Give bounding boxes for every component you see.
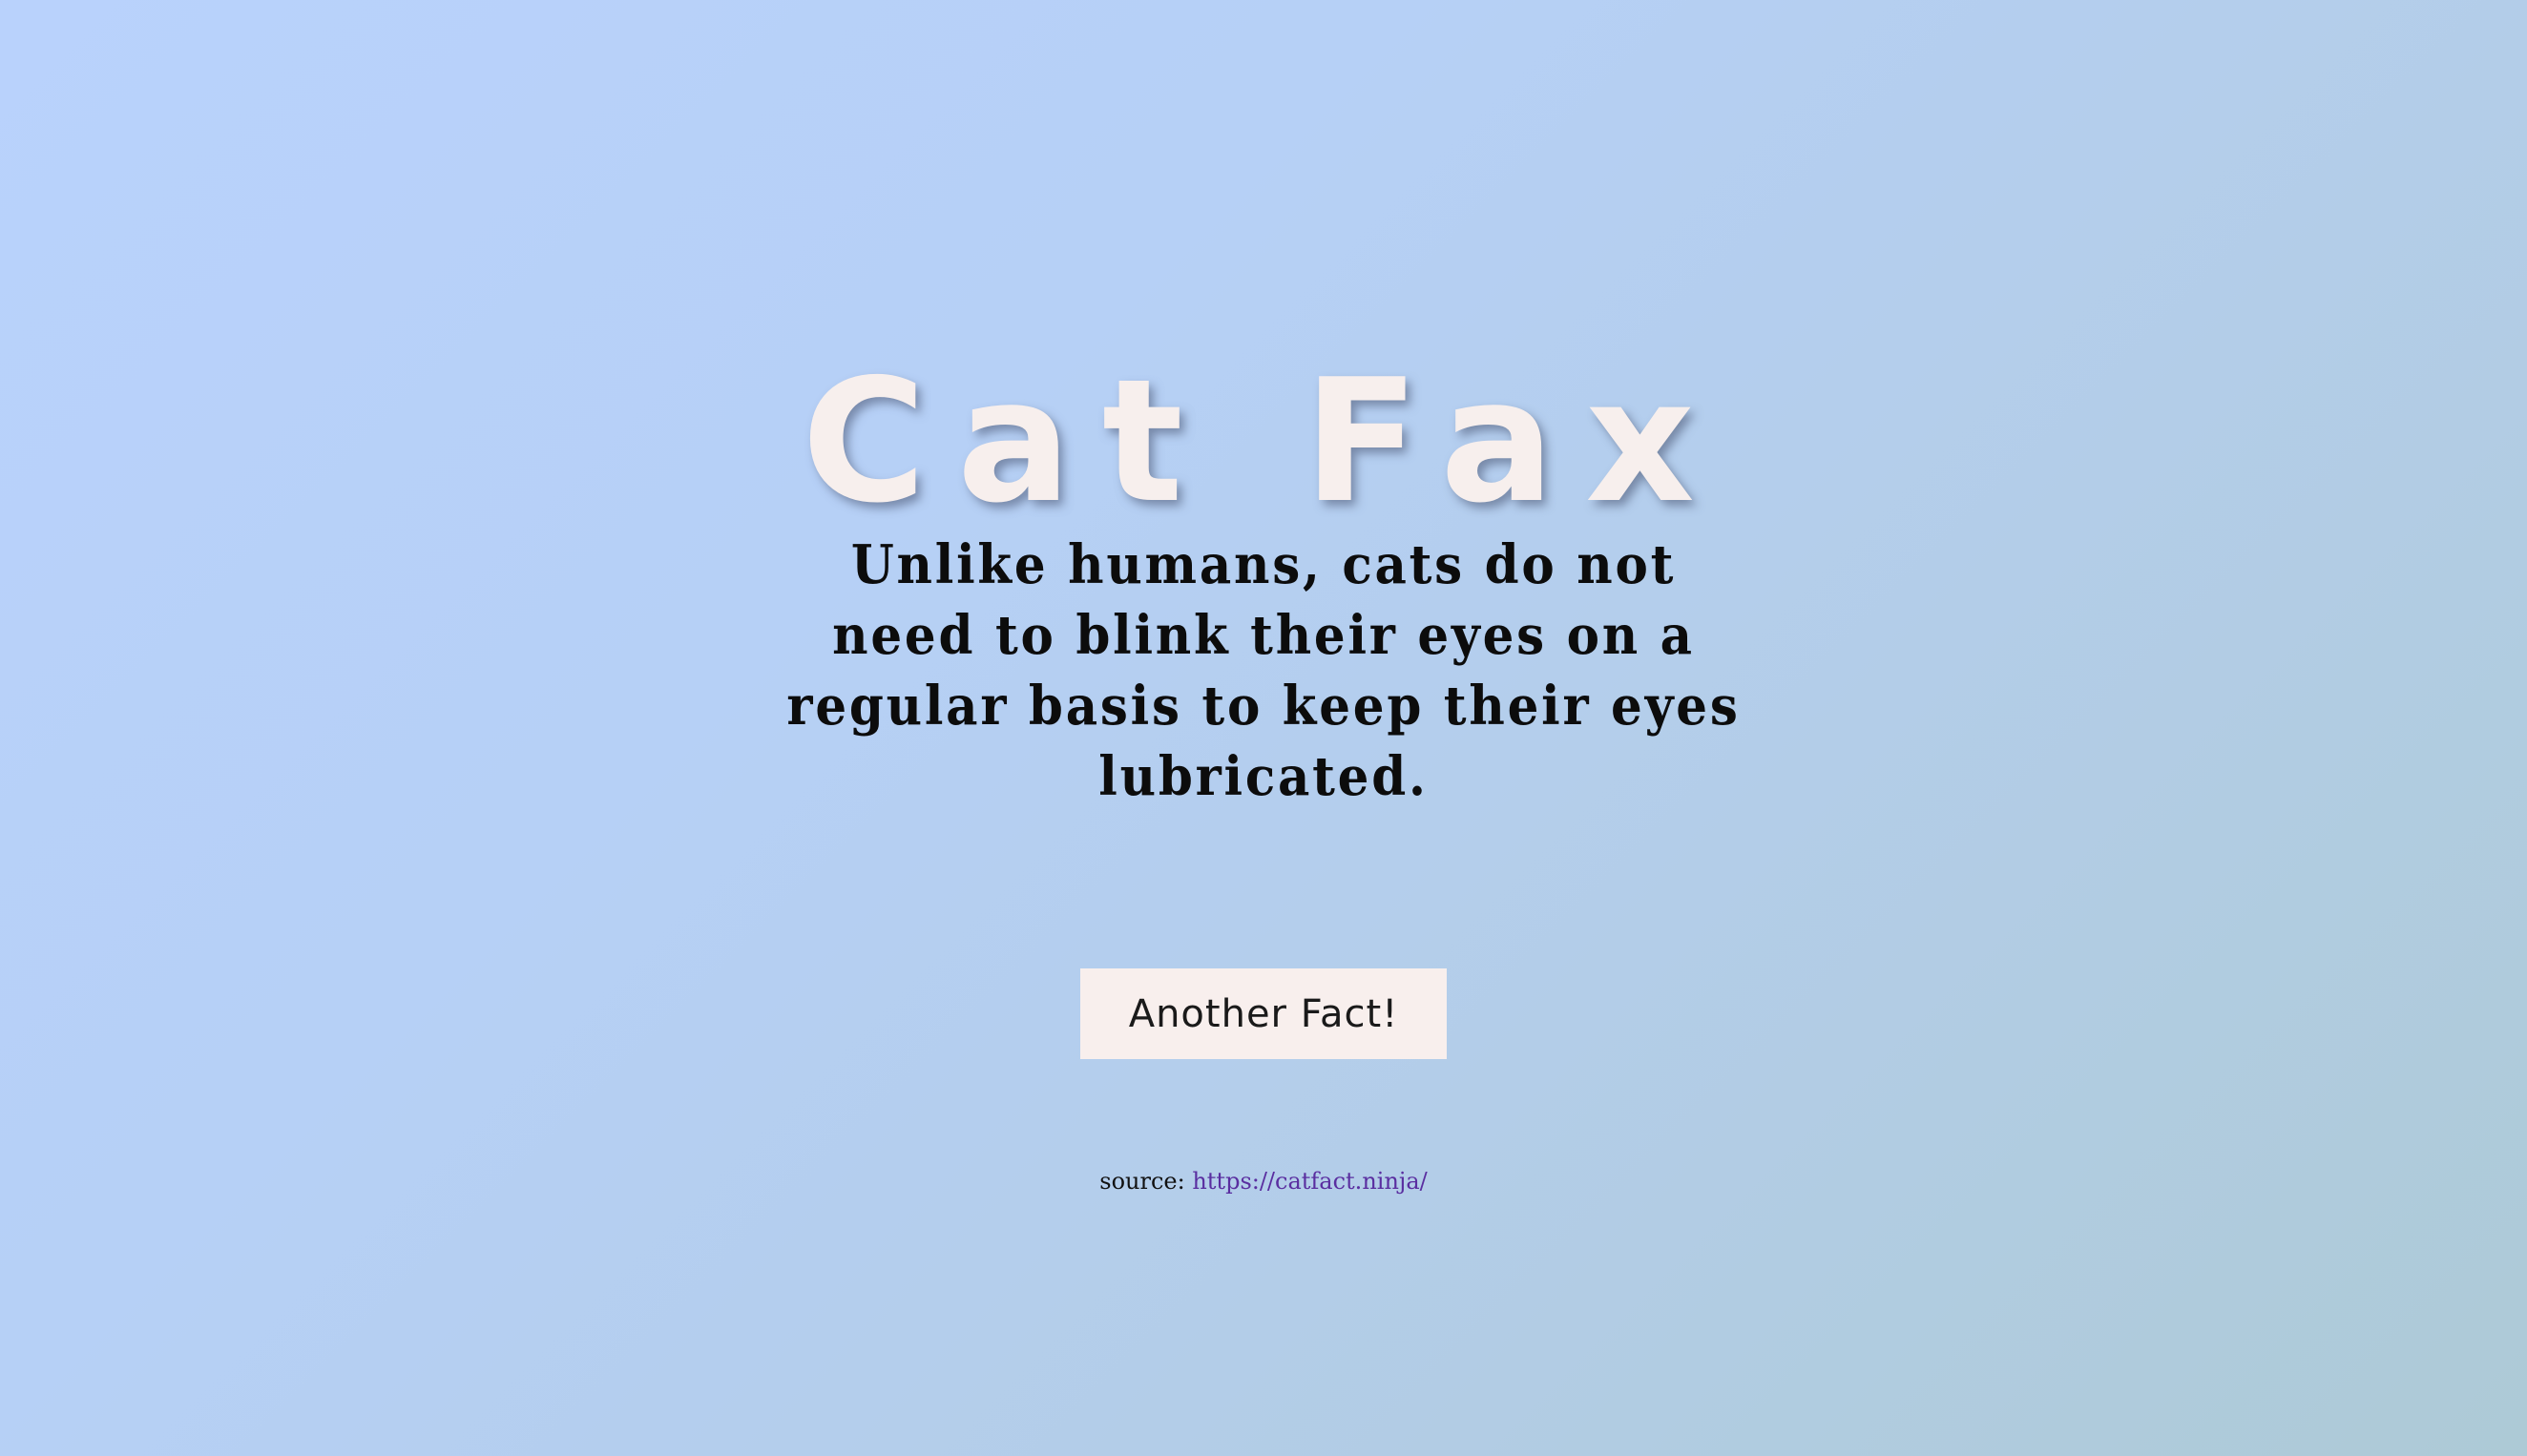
source-link[interactable]: https://catfact.ninja/: [1192, 1168, 1427, 1195]
page-title: Cat Fax: [802, 343, 1725, 541]
source-label: source:: [1099, 1168, 1185, 1195]
cat-fact-text: Unlike humans, cats do not need to blink…: [786, 533, 1741, 808]
another-fact-button[interactable]: Another Fact!: [1080, 968, 1447, 1059]
page: Cat Fax Unlike humans, cats do not need …: [0, 0, 2527, 1456]
source-line: source: https://catfact.ninja/: [0, 1168, 2527, 1195]
